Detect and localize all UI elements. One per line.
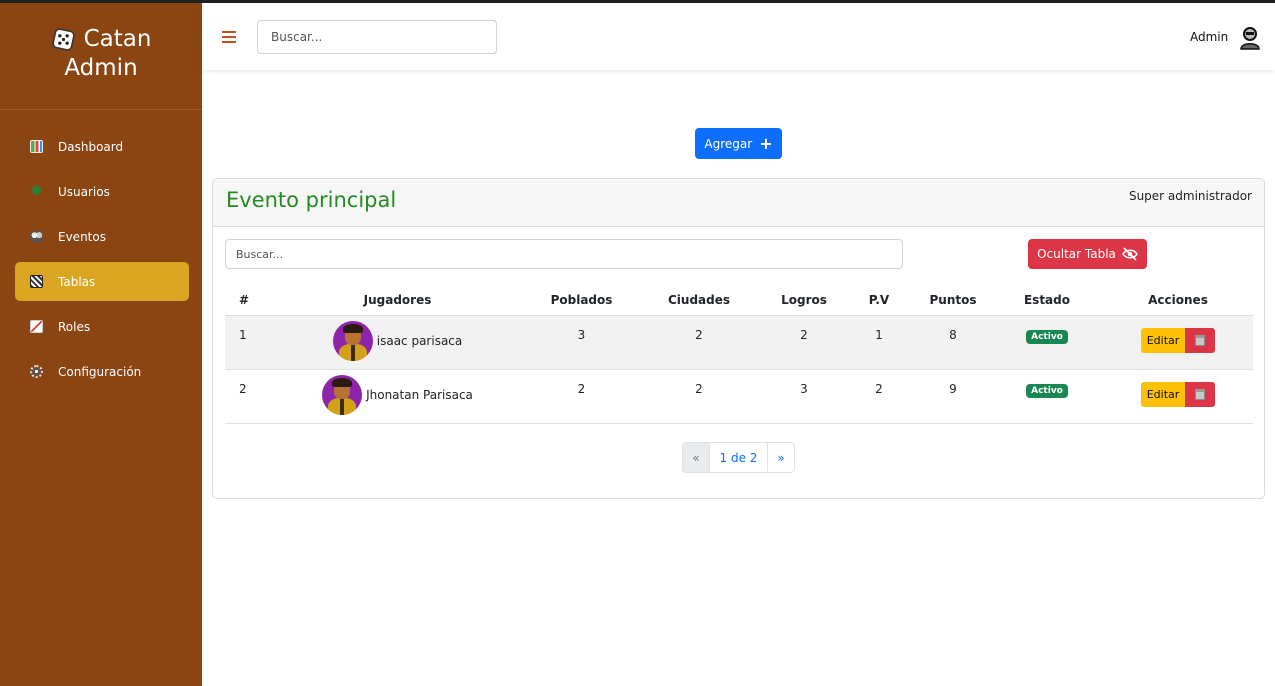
event-card: Evento principal Super administrador Ocu… [212, 178, 1265, 499]
player-name: Jhonatan Parisaca [366, 387, 473, 402]
sidebar-item-label: Roles [58, 319, 91, 334]
player-name: isaac parisaca [376, 333, 463, 348]
gear-icon [30, 365, 43, 378]
top-header: Admin [202, 3, 1275, 70]
logros-cell: 2 [765, 315, 843, 370]
sidebar-item-usuarios[interactable]: Usuarios [15, 172, 189, 211]
column-header[interactable]: Estado [991, 286, 1103, 316]
ciudades-cell: 2 [633, 315, 765, 370]
table-row: 2 Jhonatan Parisaca 2 2 3 2 9 Activo Edi… [225, 369, 1253, 424]
status-badge: Activo [1026, 383, 1068, 398]
table-search-input[interactable] [225, 239, 903, 269]
users-icon [30, 185, 43, 198]
sidebar-item-tablas[interactable]: Tablas [15, 262, 189, 301]
brand[interactable]: Catan Admin [0, 3, 202, 110]
add-button[interactable]: Agregar + [695, 128, 782, 159]
user-avatar-icon[interactable] [1239, 26, 1261, 50]
player-avatar [322, 374, 363, 415]
pagination-prev[interactable]: « [683, 443, 710, 472]
sidebar-item-configuracion[interactable]: Configuración [15, 352, 189, 391]
trash-icon [1195, 388, 1205, 400]
row-number: 1 [225, 315, 265, 370]
sidebar-item-eventos[interactable]: Eventos [15, 217, 189, 256]
poblados-cell: 2 [530, 369, 633, 424]
actions-cell: Editar [1103, 315, 1253, 370]
hide-table-button[interactable]: Ocultar Tabla [1028, 239, 1147, 269]
pv-cell: 2 [843, 369, 915, 424]
card-title: Evento principal [226, 188, 397, 212]
sidebar-item-label: Dashboard [58, 139, 124, 154]
sidebar-nav: Dashboard Usuarios Eventos Tablas Roles … [0, 110, 202, 391]
card-header: Evento principal Super administrador [213, 179, 1264, 227]
delete-button[interactable] [1185, 381, 1215, 407]
trash-icon [1195, 334, 1205, 346]
pagination-info[interactable]: 1 de 2 [710, 443, 768, 472]
menu-toggle-icon[interactable] [222, 31, 236, 44]
logros-cell: 3 [765, 369, 843, 424]
chart-icon [30, 140, 43, 153]
ciudades-cell: 2 [633, 369, 765, 424]
hide-table-label: Ocultar Tabla [1037, 247, 1116, 261]
player-cell: isaac parisaca [265, 315, 530, 370]
table-row: 1 isaac parisaca 3 2 2 1 8 Activo Editar [225, 315, 1253, 370]
sidebar-item-label: Tablas [58, 274, 96, 289]
column-header[interactable]: Poblados [530, 286, 633, 316]
players-table: # Jugadores Poblados Ciudades Logros P.V… [225, 286, 1253, 424]
poblados-cell: 3 [530, 315, 633, 370]
sidebar-item-label: Usuarios [58, 184, 110, 199]
sidebar-item-label: Configuración [58, 364, 142, 379]
events-icon [30, 230, 43, 243]
puntos-cell: 8 [915, 315, 991, 370]
column-header[interactable]: Logros [765, 286, 843, 316]
estado-cell: Activo [991, 369, 1103, 424]
column-header[interactable]: Puntos [915, 286, 991, 316]
estado-cell: Activo [991, 315, 1103, 370]
column-header[interactable]: Ciudades [633, 286, 765, 316]
column-header[interactable]: P.V [843, 286, 915, 316]
column-header[interactable]: # [225, 286, 265, 316]
eye-slash-icon [1121, 247, 1138, 261]
table-icon [30, 275, 43, 288]
puntos-cell: 9 [915, 369, 991, 424]
sidebar-item-roles[interactable]: Roles [15, 307, 189, 346]
role-label: Super administrador [1128, 189, 1252, 203]
delete-button[interactable] [1185, 327, 1215, 353]
pagination: « 1 de 2 » [682, 442, 795, 473]
sidebar: Catan Admin Dashboard Usuarios Eventos T… [0, 3, 202, 686]
column-header[interactable]: Acciones [1103, 286, 1253, 316]
dice-icon [51, 28, 75, 51]
plus-icon: + [759, 133, 773, 153]
header-search-input[interactable] [257, 20, 497, 54]
add-button-label: Agregar [704, 136, 753, 151]
window-top-border [0, 0, 1275, 3]
edit-button[interactable]: Editar [1141, 327, 1185, 353]
sidebar-item-label: Eventos [58, 229, 106, 244]
pagination-next[interactable]: » [768, 443, 794, 472]
actions-cell: Editar [1103, 369, 1253, 424]
status-badge: Activo [1026, 329, 1068, 344]
column-header[interactable]: Jugadores [265, 286, 530, 316]
pv-cell: 1 [843, 315, 915, 370]
player-cell: Jhonatan Parisaca [265, 369, 530, 424]
player-avatar [332, 320, 373, 361]
edit-button[interactable]: Editar [1141, 381, 1185, 407]
user-label[interactable]: Admin [1190, 30, 1228, 44]
sidebar-item-dashboard[interactable]: Dashboard [15, 127, 189, 166]
row-number: 2 [225, 369, 265, 424]
brand-name-line1: Catan [83, 26, 152, 52]
brand-name-line2: Admin [64, 55, 138, 81]
table-header-row: # Jugadores Poblados Ciudades Logros P.V… [225, 286, 1253, 316]
roles-icon [30, 320, 43, 333]
